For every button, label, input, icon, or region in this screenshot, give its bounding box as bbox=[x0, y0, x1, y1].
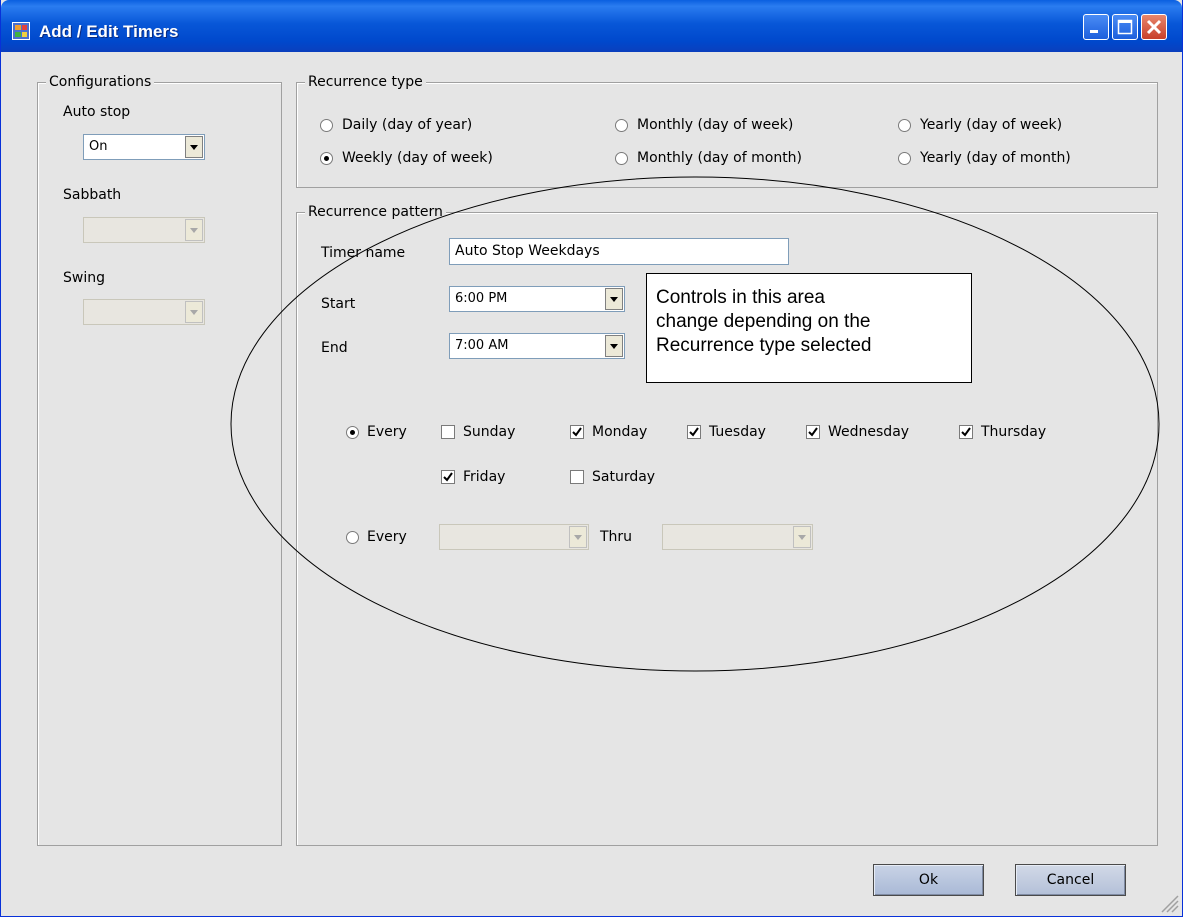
tuesday-label[interactable]: Tuesday bbox=[709, 424, 766, 441]
annotation-callout: Controls in this area change depending o… bbox=[646, 273, 972, 383]
every-range-label[interactable]: Every bbox=[367, 529, 407, 546]
window-title: Add / Edit Timers bbox=[39, 22, 179, 41]
title-bar[interactable]: Add / Edit Timers bbox=[1, 0, 1182, 52]
radio-monthly-day-of-week[interactable] bbox=[615, 119, 628, 132]
chevron-down-icon[interactable] bbox=[185, 136, 203, 158]
thursday-label[interactable]: Thursday bbox=[981, 424, 1046, 441]
chevron-down-icon[interactable] bbox=[569, 526, 587, 548]
checkbox-saturday[interactable] bbox=[570, 470, 584, 484]
add-edit-timers-window: Add / Edit Timers Configurations Auto st… bbox=[0, 0, 1183, 917]
chevron-down-icon[interactable] bbox=[605, 335, 623, 357]
radio-every-range[interactable] bbox=[346, 531, 359, 544]
check-icon bbox=[689, 427, 699, 437]
auto-stop-select[interactable]: On bbox=[83, 134, 205, 160]
callout-line-1: Controls in this area bbox=[656, 287, 825, 308]
chevron-down-icon[interactable] bbox=[793, 526, 811, 548]
timer-name-field[interactable]: Auto Stop Weekdays bbox=[449, 238, 789, 265]
swing-label: Swing bbox=[63, 270, 105, 286]
thru-select[interactable] bbox=[662, 524, 813, 550]
check-icon bbox=[443, 472, 453, 482]
radio-monthly-day-of-month[interactable] bbox=[615, 152, 628, 165]
radio-every-days[interactable] bbox=[346, 426, 359, 439]
sabbath-select[interactable] bbox=[83, 217, 205, 243]
wednesday-label[interactable]: Wednesday bbox=[828, 424, 909, 441]
timer-name-label: Timer name bbox=[321, 245, 406, 261]
saturday-label[interactable]: Saturday bbox=[592, 469, 655, 486]
resize-grip-icon[interactable] bbox=[1158, 892, 1180, 914]
callout-line-2: change depending on the bbox=[656, 311, 871, 332]
radio-monthly-day-of-month-label[interactable]: Monthly (day of month) bbox=[637, 150, 802, 167]
radio-weekly[interactable] bbox=[320, 152, 333, 165]
start-time-value: 6:00 PM bbox=[455, 291, 508, 306]
checkbox-monday[interactable] bbox=[570, 425, 584, 439]
checkbox-sunday[interactable] bbox=[441, 425, 455, 439]
radio-monthly-day-of-week-label[interactable]: Monthly (day of week) bbox=[637, 117, 793, 134]
minimize-button[interactable] bbox=[1083, 14, 1109, 40]
checkbox-tuesday[interactable] bbox=[687, 425, 701, 439]
checkbox-thursday[interactable] bbox=[959, 425, 973, 439]
end-time-select[interactable]: 7:00 AM bbox=[449, 333, 625, 359]
check-icon bbox=[961, 427, 971, 437]
start-label: Start bbox=[321, 296, 356, 312]
recurrence-type-title: Recurrence type bbox=[305, 74, 426, 91]
end-time-value: 7:00 AM bbox=[455, 338, 509, 353]
radio-yearly-day-of-week-label[interactable]: Yearly (day of week) bbox=[920, 117, 1062, 134]
app-icon bbox=[12, 22, 30, 40]
maximize-button[interactable] bbox=[1112, 14, 1138, 40]
swing-select[interactable] bbox=[83, 299, 205, 325]
monday-label[interactable]: Monday bbox=[592, 424, 647, 441]
radio-yearly-day-of-month[interactable] bbox=[898, 152, 911, 165]
sunday-label[interactable]: Sunday bbox=[463, 424, 515, 441]
radio-yearly-day-of-month-label[interactable]: Yearly (day of month) bbox=[920, 150, 1071, 167]
radio-yearly-day-of-week[interactable] bbox=[898, 119, 911, 132]
radio-daily[interactable] bbox=[320, 119, 333, 132]
checkbox-friday[interactable] bbox=[441, 470, 455, 484]
check-icon bbox=[808, 427, 818, 437]
every-days-label[interactable]: Every bbox=[367, 424, 407, 441]
close-button[interactable] bbox=[1141, 14, 1167, 40]
every-from-select[interactable] bbox=[439, 524, 589, 550]
chevron-down-icon[interactable] bbox=[185, 219, 203, 241]
chevron-down-icon[interactable] bbox=[605, 288, 623, 310]
timer-name-value: Auto Stop Weekdays bbox=[455, 243, 600, 259]
thru-label: Thru bbox=[600, 529, 633, 545]
auto-stop-label: Auto stop bbox=[63, 104, 131, 120]
cancel-button[interactable]: Cancel bbox=[1015, 864, 1126, 896]
ok-button[interactable]: Ok bbox=[873, 864, 984, 896]
check-icon bbox=[572, 427, 582, 437]
recurrence-type-group: Recurrence type bbox=[296, 74, 1158, 188]
sabbath-label: Sabbath bbox=[63, 187, 122, 203]
checkbox-wednesday[interactable] bbox=[806, 425, 820, 439]
friday-label[interactable]: Friday bbox=[463, 469, 505, 486]
chevron-down-icon[interactable] bbox=[185, 301, 203, 323]
start-time-select[interactable]: 6:00 PM bbox=[449, 286, 625, 312]
recurrence-pattern-title: Recurrence pattern bbox=[305, 204, 446, 221]
auto-stop-value: On bbox=[89, 139, 108, 154]
callout-line-3: Recurrence type selected bbox=[656, 335, 872, 356]
configurations-title: Configurations bbox=[46, 74, 155, 91]
radio-weekly-label[interactable]: Weekly (day of week) bbox=[342, 150, 493, 167]
radio-daily-label[interactable]: Daily (day of year) bbox=[342, 117, 472, 134]
end-label: End bbox=[321, 340, 348, 356]
